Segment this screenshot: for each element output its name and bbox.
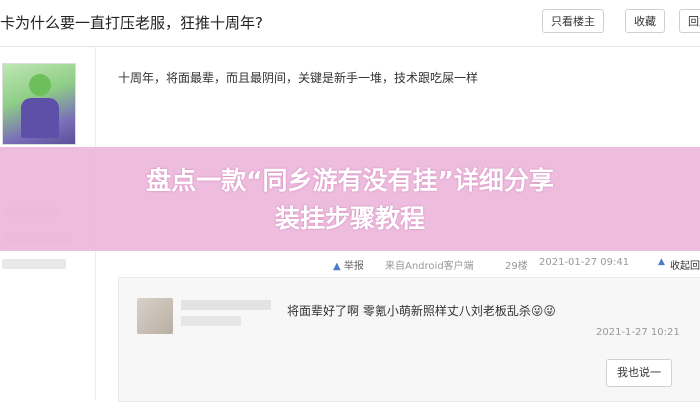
post-timestamp: 2021-01-27 09:41 (539, 257, 630, 268)
collapse-arrow-icon[interactable]: ▲ (658, 257, 665, 267)
banner-line-1: 盘点一款“同乡游有没有挂”详细分享 (146, 166, 554, 195)
blurred-commenter-name (181, 316, 241, 326)
post-meta: ▲ 举报 来自Android客户端 29楼 2021-01-27 09:41 ▲… (96, 253, 700, 273)
comment-content: 将面辈好了啊 零氪小萌新照样丈八刘老板乱杀😜😜 (287, 302, 556, 319)
collapse-replies-link[interactable]: 收起回 (670, 257, 700, 272)
comment-reply-button[interactable]: 我也说一 (606, 359, 672, 387)
overlay-banner: 盘点一款“同乡游有没有挂”详细分享 装挂步骤教程 (0, 147, 700, 251)
post-content: 十周年，将面最辈，而且最阴间，关键是新手一堆，技术跟吃屎一样 (118, 71, 479, 85)
warning-icon: ▲ (333, 261, 341, 272)
avatar-head-shape (29, 74, 51, 96)
report-label: 举报 (343, 261, 364, 272)
only-op-button[interactable]: 只看楼主 (542, 9, 604, 33)
favorite-button[interactable]: 收藏 (625, 9, 665, 33)
blurred-commenter-name (181, 300, 271, 310)
banner-line-2: 装挂步骤教程 (274, 204, 425, 233)
floor-number: 29楼 (505, 261, 528, 272)
report-link[interactable]: ▲ 举报 (333, 257, 364, 272)
post-source: 来自Android客户端 (385, 261, 474, 272)
comment-text: 将面辈好了啊 零氪小萌新照样丈八刘老板乱杀 (287, 304, 531, 318)
avatar-body-shape (21, 98, 59, 138)
commenter-avatar[interactable] (137, 298, 173, 334)
thread-title: 卡为什么要一直打压老服，狂推十周年? (0, 14, 263, 32)
blurred-user-info (2, 259, 66, 269)
thread-header: 卡为什么要一直打压老服，狂推十周年? 只看楼主 收藏 回复 (0, 0, 700, 47)
banner-title: 盘点一款“同乡游有没有挂”详细分享 装挂步骤教程 (0, 162, 700, 238)
user-avatar[interactable] (2, 63, 76, 145)
comment-box: 将面辈好了啊 零氪小萌新照样丈八刘老板乱杀😜😜 2021-1-27 10:21 … (118, 277, 700, 402)
reply-button[interactable]: 回复 (679, 9, 700, 33)
emoji-icon: 😜😜 (530, 304, 556, 318)
comment-timestamp: 2021-1-27 10:21 (596, 327, 680, 338)
